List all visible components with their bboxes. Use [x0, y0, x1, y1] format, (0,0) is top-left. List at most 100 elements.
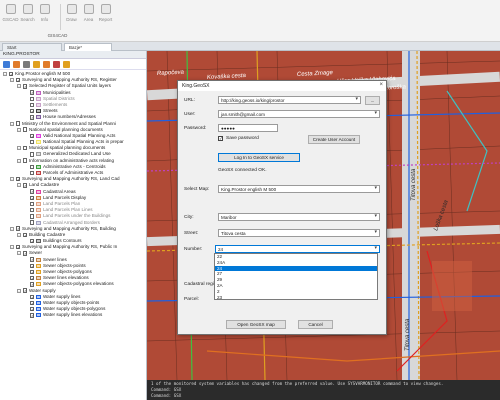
layer-symbol-icon	[36, 270, 41, 274]
layer-visibility-checkbox[interactable]: ✓	[16, 176, 21, 182]
save-password-checkbox[interactable]: ✓	[218, 136, 223, 141]
layer-visibility-checkbox[interactable]: ✓	[30, 300, 35, 305]
layer-symbol-icon	[36, 307, 41, 312]
expand-collapse-icon[interactable]: -	[17, 232, 21, 237]
map-street-label: Titova cesta	[405, 318, 411, 351]
layer-visibility-checkbox[interactable]	[30, 207, 35, 213]
layer-visibility-checkbox[interactable]: ✓	[23, 232, 28, 237]
panel-tool-icon[interactable]	[3, 61, 10, 68]
expand-collapse-icon[interactable]: -	[17, 183, 21, 188]
expand-collapse-icon[interactable]: -	[17, 158, 21, 163]
layer-visibility-checkbox[interactable]	[30, 201, 35, 207]
layer-visibility-checkbox[interactable]	[30, 214, 35, 219]
layer-visibility-checkbox[interactable]	[30, 152, 35, 157]
password-label: Password:	[184, 126, 207, 131]
layer-visibility-checkbox[interactable]: ✓	[23, 183, 28, 188]
ribbon-button-label: Report	[98, 17, 113, 22]
report-button[interactable]: Report	[97, 4, 114, 22]
panel-tool-icon[interactable]	[63, 61, 70, 68]
layer-visibility-checkbox[interactable]: ✓	[30, 133, 35, 138]
draw-button[interactable]: Draw	[63, 4, 80, 22]
layer-visibility-checkbox[interactable]: ✓	[30, 189, 35, 194]
close-icon[interactable]: ×	[379, 82, 383, 88]
layer-visibility-checkbox[interactable]: ✓	[16, 245, 21, 250]
layer-visibility-checkbox[interactable]: ✓	[23, 251, 28, 256]
map-street-label: Titova cesta	[411, 168, 417, 201]
tab-start[interactable]: Start	[2, 43, 62, 51]
layer-visibility-checkbox[interactable]: ✓	[30, 306, 35, 312]
layer-symbol-icon	[36, 294, 41, 299]
expand-collapse-icon[interactable]: -	[17, 84, 21, 89]
user-field[interactable]: jan.smith@gmail.com	[218, 110, 380, 118]
expand-collapse-icon[interactable]: -	[17, 127, 21, 132]
layer-visibility-checkbox[interactable]: ✓	[23, 288, 28, 293]
layer-visibility-checkbox[interactable]	[30, 220, 35, 225]
layer-visibility-checkbox[interactable]: ✓	[30, 263, 35, 268]
layer-visibility-checkbox[interactable]: ✓	[23, 84, 28, 89]
layer-visibility-checkbox[interactable]	[23, 127, 28, 132]
layer-visibility-checkbox[interactable]: ✓	[30, 238, 35, 244]
layer-visibility-checkbox[interactable]: ✓	[30, 108, 35, 114]
layer-visibility-checkbox[interactable]: ✓	[30, 257, 35, 262]
street-dropdown[interactable]: Titova cesta	[218, 229, 380, 237]
expand-collapse-icon[interactable]: -	[10, 245, 14, 250]
layer-visibility-checkbox[interactable]: ✓	[30, 269, 35, 274]
layer-visibility-checkbox[interactable]	[23, 158, 28, 163]
number-label: Number:	[184, 247, 203, 252]
layer-visibility-checkbox[interactable]	[23, 146, 28, 151]
url-browse-button[interactable]: ...	[365, 96, 380, 105]
panel-tool-icon[interactable]	[33, 61, 40, 68]
expand-collapse-icon[interactable]: -	[10, 78, 14, 83]
layer-visibility-checkbox[interactable]: ✓	[9, 71, 14, 76]
layer-visibility-checkbox[interactable]: ✓	[30, 294, 35, 299]
command-line[interactable]: 1 of the monitored system variables has …	[147, 380, 500, 400]
panel-tool-icon[interactable]	[23, 61, 30, 68]
layer-visibility-checkbox[interactable]	[16, 121, 21, 126]
panel-tool-icon[interactable]	[53, 61, 60, 68]
expand-collapse-icon[interactable]: -	[10, 121, 14, 126]
expand-collapse-icon[interactable]: -	[10, 226, 14, 231]
number-options-list[interactable]: 22 24A 24 27 29 2A 2 23	[214, 253, 378, 300]
ribbon-button-label: Info	[40, 17, 49, 22]
gscad-button[interactable]: GSCAD	[2, 4, 19, 22]
layer-symbol-icon	[36, 195, 41, 200]
layer-visibility-checkbox[interactable]: ✓	[30, 313, 35, 318]
number-dropdown[interactable]: 24	[215, 245, 380, 253]
url-field[interactable]: http://king.geoss.io/king/prostor	[218, 96, 361, 104]
layer-visibility-checkbox[interactable]	[30, 164, 35, 169]
layer-visibility-checkbox[interactable]: ✓	[30, 282, 35, 287]
info-button[interactable]: Info	[36, 4, 53, 22]
layer-visibility-checkbox[interactable]	[30, 102, 35, 108]
password-field[interactable]: ●●●●●	[218, 124, 278, 132]
panel-tool-icon[interactable]	[43, 61, 50, 68]
select-map-dropdown[interactable]: King.Prostor english M 500	[218, 185, 380, 193]
login-button[interactable]: Log In to GeoSX service	[218, 153, 300, 162]
tab-bazje[interactable]: Bazje*	[64, 43, 112, 51]
layer-tree-item[interactable]: ✓ Water supply lines elevations	[0, 312, 146, 318]
expand-collapse-icon[interactable]: -	[3, 72, 7, 76]
layer-visibility-checkbox[interactable]: ✓	[30, 115, 35, 120]
layer-visibility-checkbox[interactable]: ✓	[30, 90, 35, 95]
layer-visibility-checkbox[interactable]: ✓	[16, 77, 21, 83]
layer-visibility-checkbox[interactable]: ✓	[16, 226, 21, 231]
panel-tool-icon[interactable]	[13, 61, 20, 68]
create-account-button[interactable]: Create User Account	[308, 135, 360, 144]
area-button[interactable]: Area	[80, 4, 97, 22]
expand-collapse-icon[interactable]: -	[17, 288, 21, 293]
panel-title: KING.PROSTOR	[0, 51, 146, 59]
layer-visibility-checkbox[interactable]	[30, 96, 35, 101]
layer-visibility-checkbox[interactable]	[30, 170, 35, 176]
layer-visibility-checkbox[interactable]	[30, 139, 35, 145]
cancel-button[interactable]: Cancel	[298, 320, 333, 329]
open-map-button[interactable]: Open GeoSX map	[226, 320, 286, 329]
expand-collapse-icon[interactable]: -	[10, 177, 14, 182]
url-label: URL:	[184, 98, 195, 103]
number-option[interactable]: 23	[215, 295, 377, 301]
expand-collapse-icon[interactable]: -	[17, 251, 21, 256]
layer-visibility-checkbox[interactable]: ✓	[30, 275, 35, 281]
expand-collapse-icon[interactable]: -	[17, 146, 21, 151]
city-dropdown[interactable]: Maribor	[218, 213, 380, 221]
layer-symbol-icon	[36, 140, 41, 145]
search-button[interactable]: Search	[19, 4, 36, 22]
layer-visibility-checkbox[interactable]: ✓	[30, 195, 35, 200]
